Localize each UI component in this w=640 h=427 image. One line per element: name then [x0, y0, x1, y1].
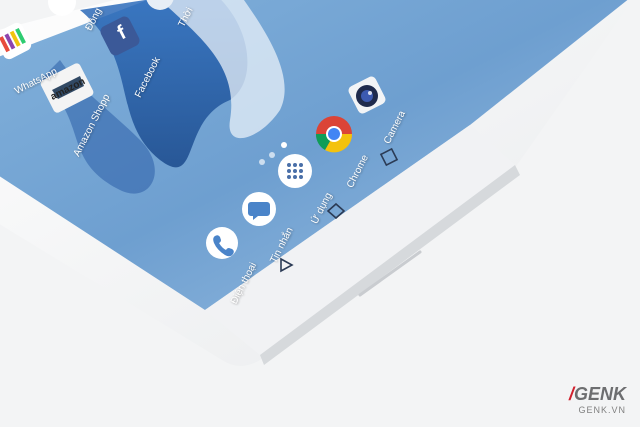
camera-lens-glint	[368, 91, 372, 95]
page-dot	[259, 159, 265, 165]
chrome-core	[328, 128, 340, 140]
phone-app-icon	[206, 227, 238, 259]
phone-photo: WhatsApp Facebook Amazon Shopp Camera Ch…	[0, 0, 640, 427]
genk-logo-text: GENK	[573, 384, 626, 404]
genk-logo: /GENK	[568, 384, 626, 404]
page-dot	[281, 142, 287, 148]
apps-grid-glyph	[287, 163, 303, 179]
watermark: /GENK GENK.VN	[569, 384, 626, 415]
page-dot	[269, 152, 275, 158]
genk-site: GENK.VN	[578, 405, 626, 415]
